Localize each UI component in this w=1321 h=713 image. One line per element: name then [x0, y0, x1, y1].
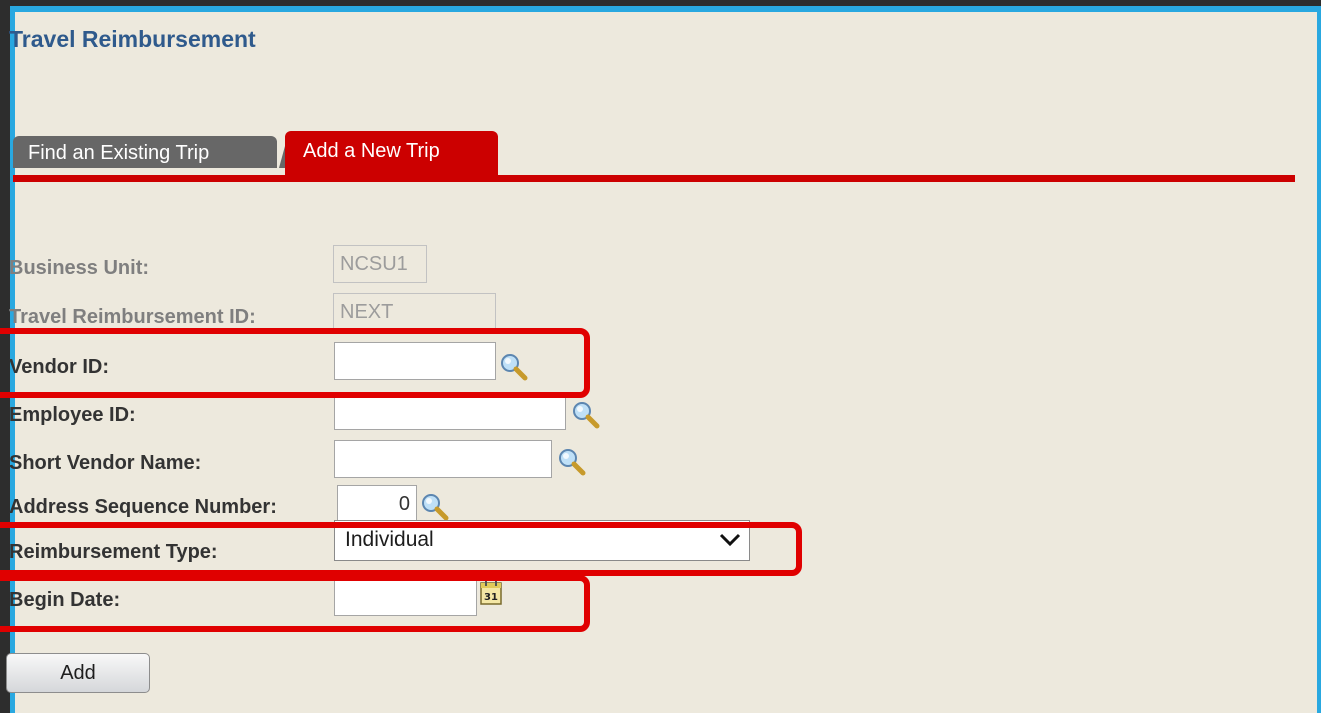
business-unit-label: Business Unit:	[9, 257, 150, 279]
business-unit-field	[333, 245, 427, 283]
page-title: Travel Reimbursement	[9, 26, 256, 52]
employee-id-lookup-icon[interactable]	[570, 399, 600, 429]
short-vendor-name-label: Short Vendor Name:	[9, 452, 202, 474]
address-seq-lookup-icon[interactable]	[419, 491, 449, 521]
short-vendor-name-lookup-icon[interactable]	[556, 446, 586, 476]
tab-underline	[13, 175, 1295, 182]
reimbursement-id-field	[333, 293, 496, 331]
reimbursement-id-label: Travel Reimbursement ID:	[9, 306, 256, 328]
tab-find-existing-trip[interactable]: Find an Existing Trip	[13, 136, 277, 168]
highlight-reimbursement-type	[0, 522, 802, 576]
short-vendor-name-field[interactable]	[334, 440, 552, 478]
address-seq-label: Address Sequence Number:	[9, 496, 277, 518]
employee-id-label: Employee ID:	[9, 404, 136, 426]
tab-add-new-trip[interactable]: Add a New Trip	[285, 131, 498, 175]
highlight-vendor-id	[0, 328, 590, 398]
highlight-begin-date	[0, 575, 590, 632]
add-button[interactable]: Add	[6, 653, 150, 693]
address-seq-field[interactable]	[337, 485, 417, 523]
